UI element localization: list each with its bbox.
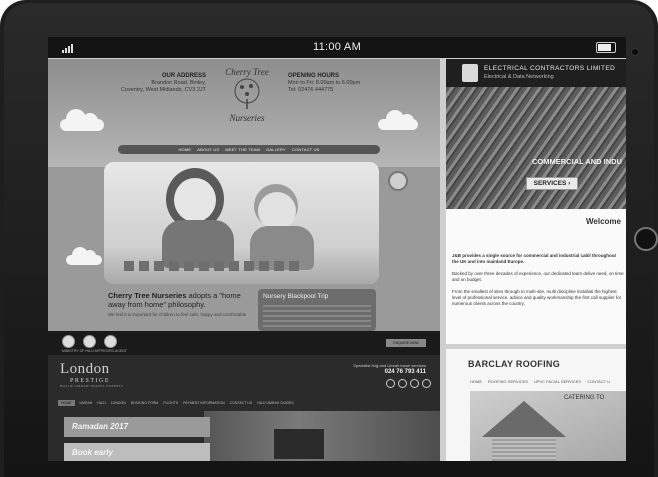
roof-shape	[482, 401, 566, 437]
nav-booking-form[interactable]: BOOKING FORM	[131, 401, 159, 405]
london-prestige-logo[interactable]: London PRESTIGE HAJJ & UMRAH TRAVEL EXPE…	[60, 361, 123, 388]
nav-gallery[interactable]: GALLERY	[266, 147, 286, 152]
jb-tagline: Electrical & Data Networking	[484, 74, 554, 80]
cloud-decoration	[66, 247, 102, 265]
address-block: OUR ADDRESS Brandon Road, Binley, Covent…	[116, 73, 206, 94]
jb-logo-icon[interactable]	[462, 64, 478, 82]
logo-main: London	[60, 361, 110, 377]
badge-icon	[104, 335, 117, 348]
enquire-button[interactable]: ENQUIRE NOW	[386, 339, 426, 347]
phone-number[interactable]: 024 76 793 411	[385, 369, 426, 375]
jb-electrical-website: ELECTRICAL CONTRACTORS LIMITED Electrica…	[446, 59, 626, 344]
status-bar: 11:00 AM	[48, 37, 626, 58]
nav-hajj[interactable]: HAJJ	[97, 401, 105, 405]
social-icons	[386, 379, 431, 388]
nav-home[interactable]: HOME	[178, 147, 191, 152]
cherry-tree-website: OUR ADDRESS Brandon Road, Binley, Covent…	[48, 59, 440, 331]
jb-paragraph: Backed by over three decades of experien…	[452, 271, 624, 282]
hero-image	[104, 162, 379, 284]
nav-home[interactable]: HOME	[58, 400, 75, 406]
welcome-heading: Welcome	[586, 217, 621, 226]
intro-body: We feel it is important for children to …	[108, 312, 247, 317]
toy-blocks	[124, 258, 364, 272]
cables-hero-image: COMMERCIAL AND INDU SERVICES ›	[446, 87, 626, 209]
email-icon[interactable]	[422, 379, 431, 388]
nav-flights[interactable]: FLIGHTS	[163, 401, 178, 405]
nav-home[interactable]: HOME	[470, 379, 482, 384]
jb-header: ELECTRICAL CONTRACTORS LIMITED Electrica…	[446, 59, 626, 87]
nav-about-us[interactable]: ABOUT US	[197, 147, 219, 152]
house-wall	[492, 437, 556, 461]
ministry-text: MINISTRY OF HAJJ APPROVED AGENT	[62, 349, 127, 353]
barclay-title[interactable]: BARCLAY ROOFING	[468, 359, 560, 369]
barclay-roofing-website: BARCLAY ROOFING HOME ROOFING SERVICES UP…	[446, 349, 626, 461]
nav-contact-us[interactable]: CONTACT U	[587, 379, 610, 384]
nav-umrah[interactable]: UMRAH	[80, 401, 93, 405]
twitter-icon[interactable]	[410, 379, 419, 388]
london-prestige-website: MINISTRY OF HAJJ APPROVED AGENT ENQUIRE …	[48, 331, 440, 461]
cherry-tree-logo[interactable]: Cherry Tree Nurseries	[214, 65, 280, 127]
logo-text-bottom: Nurseries	[228, 113, 265, 123]
intro-section: Cherry Tree Nurseries adopts a "home awa…	[108, 291, 256, 318]
tablet-frame: 11:00 AM OUR ADDRESS Brandon Road, Binle…	[0, 0, 658, 477]
opening-hours-block: OPENING HOURS Mon to Fri: 8.00am to 6.00…	[288, 73, 378, 94]
nav-london[interactable]: LONDON	[111, 401, 126, 405]
status-time: 11:00 AM	[312, 41, 362, 53]
kaaba-hero-image	[204, 411, 440, 461]
cloud-decoration	[378, 110, 418, 130]
book-early-card[interactable]: Book early	[64, 443, 210, 461]
nav-contact-us[interactable]: CONTACT US	[292, 147, 320, 152]
nav-upvc-facial-services[interactable]: UPVC FACIAL SERVICES	[534, 379, 581, 384]
contact-block: Specialist Hajj and Umrah travel service…	[338, 363, 426, 375]
tablet-screen: 11:00 AM OUR ADDRESS Brandon Road, Binle…	[48, 37, 626, 461]
barclay-nav: HOME ROOFING SERVICES UPVC FACIAL SERVIC…	[470, 379, 610, 384]
nav-meet-the-team[interactable]: MEET THE TEAM	[225, 147, 260, 152]
catering-text: CATERING TO	[564, 395, 605, 401]
address-line: Coventry, West Midlands, CV3 2JT	[120, 87, 206, 93]
mascot-icon	[388, 171, 408, 191]
camera-icon	[631, 48, 639, 56]
home-button[interactable]	[634, 227, 658, 251]
address-label: OUR ADDRESS	[161, 73, 206, 79]
badge-icon	[83, 335, 96, 348]
accreditation-badges	[62, 335, 117, 348]
trip-content	[263, 305, 371, 327]
top-strip: MINISTRY OF HAJJ APPROVED AGENT ENQUIRE …	[48, 331, 440, 355]
hours-line: Mon to Fri: 8.00am to 6.00pm	[288, 80, 361, 86]
london-nav: HOME UMRAH HAJJ LONDON BOOKING FORM FLIG…	[58, 399, 430, 407]
trip-card[interactable]: Nursery Blackpool Trip	[258, 289, 376, 331]
jb-hero-heading: COMMERCIAL AND INDU	[532, 157, 622, 166]
trip-title: Nursery Blackpool Trip	[263, 293, 329, 300]
address-line: Brandon Road, Binley,	[151, 80, 206, 86]
intro-title: Cherry Tree Nurseries adopts a "home awa…	[108, 291, 256, 309]
nav-roofing-services[interactable]: ROOFING SERVICES	[488, 379, 528, 384]
services-button[interactable]: SERVICES ›	[526, 177, 578, 190]
nav-payment-information[interactable]: PAYMENT INFORMATION	[183, 401, 225, 405]
nav-contact-us[interactable]: CONTACT US	[230, 401, 252, 405]
facebook-icon[interactable]	[398, 379, 407, 388]
tree-icon	[234, 78, 260, 109]
cherry-nav: HOME ABOUT US MEET THE TEAM GALLERY CONT…	[118, 145, 380, 154]
jb-paragraph: J&B provides a single source for commerc…	[452, 253, 617, 264]
battery-icon	[596, 42, 616, 53]
hours-label: OPENING HOURS	[288, 73, 340, 79]
jb-paragraph: From the smallest of sites through to mu…	[452, 289, 622, 306]
jb-company-name: ELECTRICAL CONTRACTORS LIMITED	[484, 65, 616, 72]
girl-face	[174, 178, 216, 222]
logo-text-top: Cherry Tree	[225, 67, 268, 77]
ramadan-card[interactable]: Ramadan 2017	[64, 417, 210, 437]
intro-title-bold: Cherry Tree Nurseries	[108, 291, 187, 300]
logo-tagline: HAJJ & UMRAH TRAVEL EXPERTS	[60, 384, 124, 388]
badge-icon	[62, 335, 75, 348]
whatsapp-icon[interactable]	[386, 379, 395, 388]
boy-face	[258, 192, 296, 230]
nav-hajj-umrah-guides[interactable]: HAJJ UMRAH GUIDES	[257, 401, 294, 405]
phone-line: Tel: 02476 444775	[288, 87, 334, 93]
cloud-decoration	[60, 109, 104, 131]
